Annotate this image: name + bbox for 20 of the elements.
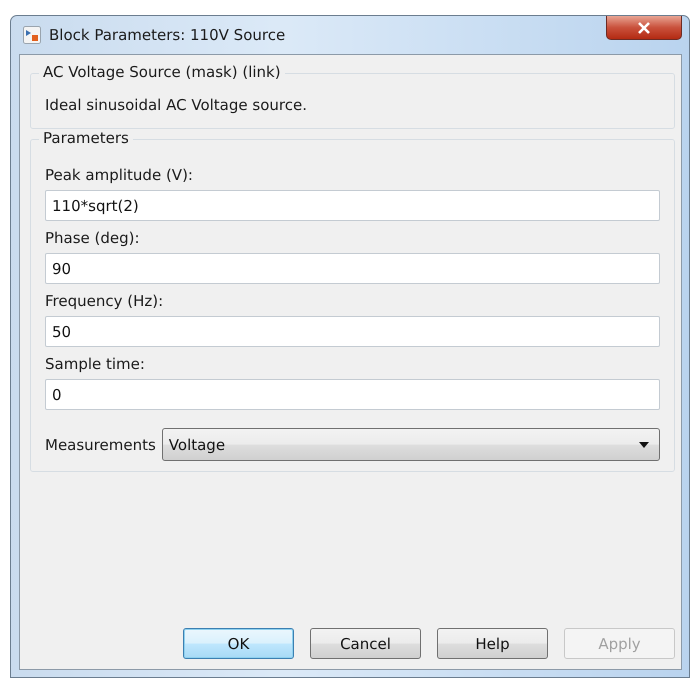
description-text: Ideal sinusoidal AC Voltage source. [45, 95, 308, 116]
measurements-label: Measurements [45, 436, 156, 454]
group-title: AC Voltage Source (mask) (link) [39, 63, 285, 81]
field-label: Phase (deg): [45, 229, 141, 247]
input-field[interactable]: 50 [45, 316, 660, 347]
cancel-button[interactable]: Cancel [310, 628, 421, 659]
window-title: Block Parameters: 110V Source [49, 26, 286, 44]
field-label: Peak amplitude (V): [45, 166, 194, 184]
close-icon [637, 22, 651, 34]
close-button[interactable] [606, 16, 682, 40]
ok-button[interactable]: OK [183, 628, 294, 659]
field-label: Sample time: [45, 355, 146, 373]
field-label: Frequency (Hz): [45, 292, 164, 310]
input-field[interactable]: 90 [45, 253, 660, 284]
input-field[interactable]: 0 [45, 379, 660, 410]
block-icon [23, 26, 41, 44]
input-field[interactable]: 110*sqrt(2) [45, 190, 660, 221]
dropdown-arrow-icon [639, 442, 649, 448]
help-button[interactable]: Help [437, 628, 548, 659]
measurements-dropdown[interactable]: Voltage [162, 428, 660, 461]
